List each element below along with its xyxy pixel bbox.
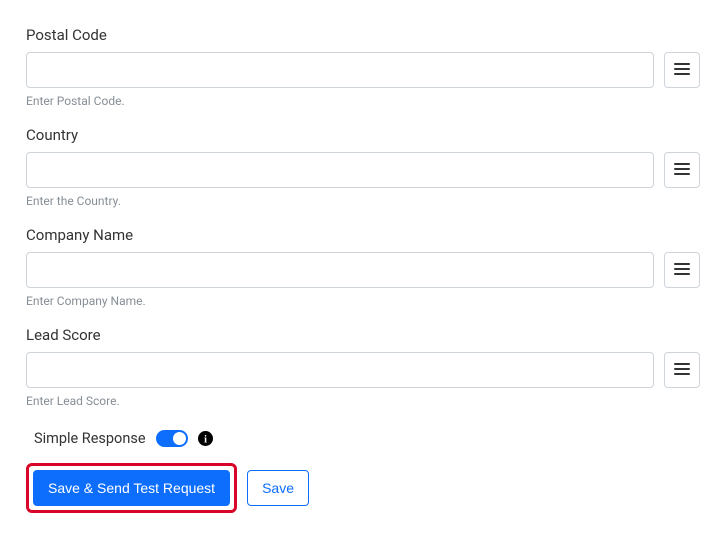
menu-icon [674, 162, 690, 179]
input-row [26, 352, 700, 388]
menu-icon [674, 362, 690, 379]
field-company-name: Company Name Enter Company Name. [26, 226, 700, 308]
company-name-input[interactable] [26, 252, 654, 288]
input-row [26, 52, 700, 88]
input-row [26, 152, 700, 188]
menu-button-country[interactable] [664, 152, 700, 188]
simple-response-toggle[interactable] [156, 430, 188, 447]
menu-button-postal-code[interactable] [664, 52, 700, 88]
field-label-company-name: Company Name [26, 226, 700, 244]
helper-postal-code: Enter Postal Code. [26, 94, 700, 108]
field-label-postal-code: Postal Code [26, 26, 700, 44]
postal-code-input[interactable] [26, 52, 654, 88]
helper-country: Enter the Country. [26, 194, 700, 208]
helper-lead-score: Enter Lead Score. [26, 394, 700, 408]
helper-company-name: Enter Company Name. [26, 294, 700, 308]
simple-response-label: Simple Response [34, 430, 146, 447]
simple-response-row: Simple Response i [26, 430, 700, 447]
field-label-lead-score: Lead Score [26, 326, 700, 344]
lead-score-input[interactable] [26, 352, 654, 388]
info-icon[interactable]: i [198, 431, 213, 446]
field-lead-score: Lead Score Enter Lead Score. [26, 326, 700, 408]
menu-button-lead-score[interactable] [664, 352, 700, 388]
svg-text:i: i [204, 434, 207, 445]
button-row: Save & Send Test Request Save [26, 463, 700, 513]
field-country: Country Enter the Country. [26, 126, 700, 208]
menu-button-company-name[interactable] [664, 252, 700, 288]
highlight-box: Save & Send Test Request [26, 463, 237, 513]
menu-icon [674, 262, 690, 279]
input-row [26, 252, 700, 288]
menu-icon [674, 62, 690, 79]
field-label-country: Country [26, 126, 700, 144]
toggle-knob [173, 432, 186, 445]
field-postal-code: Postal Code Enter Postal Code. [26, 26, 700, 108]
country-input[interactable] [26, 152, 654, 188]
